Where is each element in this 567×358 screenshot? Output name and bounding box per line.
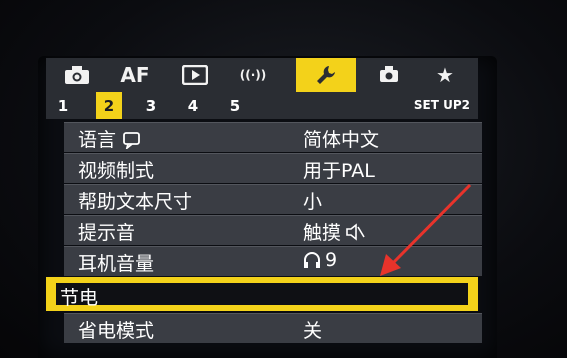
annotation-arrow	[380, 183, 472, 276]
